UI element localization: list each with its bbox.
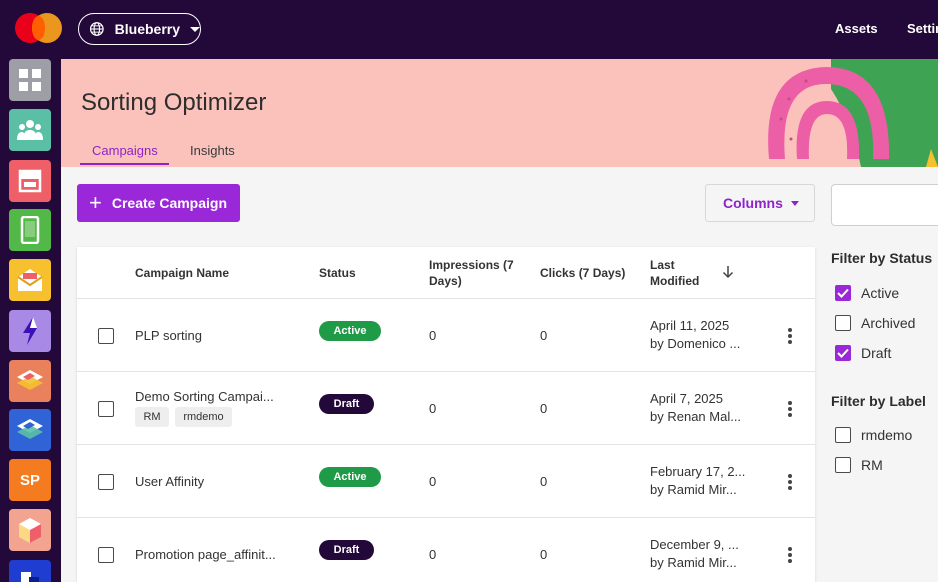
mobile-icon[interactable]: [9, 209, 51, 251]
table-row[interactable]: User Affinity Active 0 0 February 17, 2.…: [77, 444, 815, 517]
filter-status-archived[interactable]: Archived: [835, 314, 915, 332]
campaign-name[interactable]: User Affinity: [135, 474, 204, 489]
more-options-icon[interactable]: [786, 328, 794, 344]
impressions-value: 0: [429, 547, 437, 562]
label-chip: RM: [135, 407, 169, 427]
row-checkbox[interactable]: [98, 474, 114, 490]
checkbox-unchecked[interactable]: [835, 427, 851, 443]
campaign-name[interactable]: Demo Sorting Campai...: [135, 389, 274, 404]
column-header-clicks[interactable]: Clicks (7 Days): [540, 265, 625, 281]
clicks-value: 0: [540, 474, 548, 489]
checkbox-unchecked[interactable]: [835, 457, 851, 473]
column-header-impressions-line2[interactable]: Days): [429, 273, 462, 289]
checkbox-checked[interactable]: [835, 285, 851, 301]
filter-label: Draft: [861, 345, 892, 361]
active-tab-indicator: [80, 163, 169, 165]
plus-icon: +: [89, 190, 102, 215]
status-badge: Active: [319, 321, 381, 341]
tab-campaigns[interactable]: Campaigns: [92, 143, 158, 158]
more-options-icon[interactable]: [786, 547, 794, 563]
row-checkbox[interactable]: [98, 328, 114, 344]
page-header: Sorting Optimizer Campaigns Insights: [61, 59, 938, 167]
check-icon: [837, 288, 849, 298]
filter-label-rm[interactable]: RM: [835, 456, 883, 474]
search-input[interactable]: [831, 184, 938, 226]
filter-status-active[interactable]: Active: [835, 284, 899, 302]
layers-orange-icon[interactable]: [9, 360, 51, 402]
checkbox-unchecked[interactable]: [835, 315, 851, 331]
campaigns-table: Campaign Name Status Impressions (7 Days…: [77, 247, 815, 582]
audience-icon[interactable]: [9, 109, 51, 151]
modified-date: December 9, ...: [650, 537, 739, 552]
column-header-status[interactable]: Status: [319, 265, 356, 281]
clicks-value: 0: [540, 401, 548, 416]
campaign-name[interactable]: PLP sorting: [135, 328, 202, 343]
check-icon: [837, 348, 849, 358]
filter-label: rmdemo: [861, 427, 913, 443]
site-selector[interactable]: Blueberry: [78, 13, 201, 45]
column-header-modified-line2[interactable]: Modified: [650, 273, 699, 289]
blue-app-icon[interactable]: [9, 560, 51, 582]
more-options-icon[interactable]: [786, 474, 794, 490]
impressions-value: 0: [429, 474, 437, 489]
site-selector-label: Blueberry: [114, 21, 180, 37]
decorative-illustration: [768, 59, 938, 167]
filter-label-title: Filter by Label: [831, 393, 926, 409]
layers-blue-icon[interactable]: [9, 409, 51, 451]
label-chip: rmdemo: [175, 407, 232, 427]
filter-label: Active: [861, 285, 900, 301]
nav-assets[interactable]: Assets: [835, 21, 878, 36]
page-title: Sorting Optimizer: [81, 89, 267, 116]
clicks-value: 0: [540, 328, 548, 343]
table-row[interactable]: Demo Sorting Campai... RM rmdemo Draft 0…: [77, 371, 815, 444]
column-header-impressions[interactable]: Impressions (7: [429, 257, 514, 273]
modified-date: February 17, 2...: [650, 464, 746, 479]
column-header-name[interactable]: Campaign Name: [135, 265, 229, 281]
lightning-icon[interactable]: [9, 310, 51, 352]
table-row[interactable]: PLP sorting Active 0 0 April 11, 2025 by…: [77, 298, 815, 371]
modified-by: by Domenico ...: [650, 336, 741, 351]
box-icon[interactable]: [9, 509, 51, 551]
columns-label: Columns: [723, 195, 783, 211]
sp-icon[interactable]: SP: [9, 459, 51, 501]
status-badge: Draft: [319, 394, 374, 414]
caret-down-icon: [791, 201, 799, 206]
email-icon[interactable]: [9, 259, 51, 301]
app-sidebar: SP: [0, 59, 61, 582]
table-row[interactable]: Promotion page_affinit... Draft 0 0 Dece…: [77, 517, 815, 582]
modified-date: April 11, 2025: [650, 318, 730, 333]
status-badge: Active: [319, 467, 381, 487]
row-checkbox[interactable]: [98, 401, 114, 417]
nav-settings[interactable]: Settin: [907, 21, 938, 36]
chevron-down-icon: [190, 26, 200, 32]
column-header-modified[interactable]: Last: [650, 257, 675, 273]
impressions-value: 0: [429, 401, 437, 416]
create-campaign-label: Create Campaign: [111, 195, 228, 211]
row-checkbox[interactable]: [98, 547, 114, 563]
filter-label: Archived: [861, 315, 916, 331]
modified-date: April 7, 2025: [650, 391, 723, 406]
status-badge: Draft: [319, 540, 374, 560]
checkbox-checked[interactable]: [835, 345, 851, 361]
clicks-value: 0: [540, 547, 548, 562]
filter-status-title: Filter by Status: [831, 250, 933, 266]
top-bar: Blueberry Assets Settin: [0, 0, 938, 59]
sort-descending-icon[interactable]: [722, 265, 734, 279]
modified-by: by Ramid Mir...: [650, 555, 737, 570]
modified-by: by Ramid Mir...: [650, 482, 737, 497]
globe-icon: [89, 22, 104, 36]
columns-dropdown[interactable]: Columns: [705, 184, 815, 222]
filter-status-draft[interactable]: Draft: [835, 344, 891, 362]
layout-icon[interactable]: [9, 160, 51, 202]
dashboard-grid-icon[interactable]: [9, 59, 51, 101]
more-options-icon[interactable]: [786, 401, 794, 417]
impressions-value: 0: [429, 328, 437, 343]
filter-label-rmdemo[interactable]: rmdemo: [835, 426, 912, 444]
create-campaign-button[interactable]: + Create Campaign: [77, 184, 240, 222]
tab-insights[interactable]: Insights: [190, 143, 235, 158]
campaign-name[interactable]: Promotion page_affinit...: [135, 547, 276, 562]
modified-by: by Renan Mal...: [650, 409, 742, 424]
mastercard-logo-icon[interactable]: [14, 13, 64, 43]
filter-label: RM: [861, 457, 883, 473]
